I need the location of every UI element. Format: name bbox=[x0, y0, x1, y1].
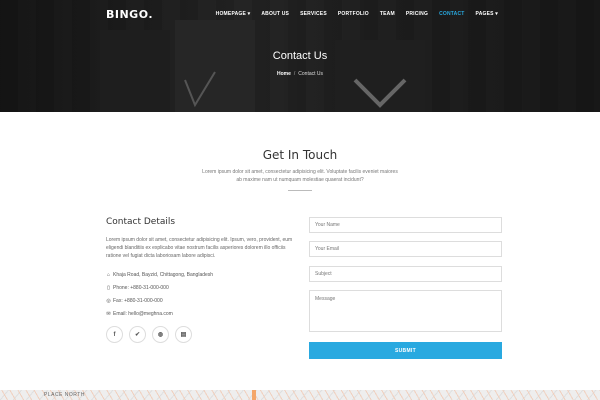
message-textarea[interactable]: Message bbox=[309, 290, 502, 332]
dribbble-icon[interactable]: ◍ bbox=[152, 326, 169, 343]
nav-item-pricing[interactable]: PRICING bbox=[406, 11, 428, 17]
nav-item-pages[interactable]: PAGES ▾ bbox=[476, 11, 498, 17]
section-subtitle: Lorem ipsum dolor sit amet, consectetur … bbox=[202, 169, 398, 183]
map-road bbox=[252, 390, 256, 400]
page-hero: BINGO. HOMEPAGE ▾ ABOUT US SERVICES PORT… bbox=[0, 0, 600, 112]
nav-item-about[interactable]: ABOUT US bbox=[261, 11, 289, 17]
name-input[interactable]: Your Name bbox=[309, 217, 502, 233]
nav-item-team[interactable]: TEAM bbox=[380, 11, 395, 17]
brand-logo[interactable]: BINGO. bbox=[106, 8, 153, 21]
nav-item-label: PAGES bbox=[475, 11, 494, 17]
breadcrumb-home-link[interactable]: Home bbox=[277, 71, 291, 77]
address-text: Khaja Road, Bayzid, Chittagong, Banglade… bbox=[113, 272, 214, 278]
contact-details-title: Contact Details bbox=[106, 217, 176, 227]
email-row: ✉ Email: hello@meghna.com bbox=[106, 310, 173, 317]
main-menu: HOMEPAGE ▾ ABOUT US SERVICES PORTFOLIO T… bbox=[205, 11, 498, 17]
submit-button[interactable]: SUBMIT bbox=[309, 342, 502, 359]
envelope-icon: ✉ bbox=[106, 310, 111, 317]
breadcrumb: Home / Contact Us bbox=[0, 71, 600, 77]
subject-placeholder: Subject bbox=[315, 271, 332, 277]
phone-text: Phone: +880-31-000-000 bbox=[113, 285, 169, 291]
social-links: f ✔ ◍ ▤ bbox=[106, 326, 192, 343]
email-input[interactable]: Your Email bbox=[309, 241, 502, 257]
top-nav: BINGO. HOMEPAGE ▾ ABOUT US SERVICES PORT… bbox=[0, 0, 600, 30]
nav-item-homepage[interactable]: HOMEPAGE ▾ bbox=[216, 11, 251, 17]
breadcrumb-current: Contact Us bbox=[298, 71, 324, 77]
twitter-icon[interactable]: ✔ bbox=[129, 326, 146, 343]
page-title: Contact Us bbox=[272, 50, 328, 62]
fax-row: ◎ Fax: +880-31-000-000 bbox=[106, 297, 163, 304]
phone-row: ▯ Phone: +880-31-000-000 bbox=[106, 285, 169, 291]
fax-icon: ◎ bbox=[106, 297, 111, 304]
email-text[interactable]: Email: hello@meghna.com bbox=[113, 311, 173, 317]
breadcrumb-separator: / bbox=[293, 71, 296, 77]
section-divider bbox=[288, 190, 312, 191]
behance-icon[interactable]: ▤ bbox=[175, 326, 192, 343]
nav-item-services[interactable]: SERVICES bbox=[300, 11, 327, 17]
map-place-label: PLACE NORTH bbox=[44, 392, 85, 398]
facebook-icon[interactable]: f bbox=[106, 326, 123, 343]
name-placeholder: Your Name bbox=[315, 222, 340, 228]
map-marker-icon: ⌂ bbox=[106, 271, 111, 278]
map-streets bbox=[0, 390, 600, 400]
email-placeholder: Your Email bbox=[315, 246, 339, 252]
nav-item-portfolio[interactable]: PORTFOLIO bbox=[338, 11, 369, 17]
subject-input[interactable]: Subject bbox=[309, 266, 502, 282]
fax-text: Fax: +880-31-000-000 bbox=[113, 298, 163, 304]
nav-item-contact[interactable]: CONTACT bbox=[439, 11, 464, 17]
address-row: ⌂ Khaja Road, Bayzid, Chittagong, Bangla… bbox=[106, 272, 213, 278]
message-placeholder: Message bbox=[315, 296, 336, 302]
map-section[interactable]: PLACE NORTH bbox=[0, 390, 600, 400]
phone-icon: ▯ bbox=[107, 284, 110, 291]
section-title: Get In Touch bbox=[262, 148, 338, 162]
contact-details-text: Lorem ipsum dolor sit amet, consectetur … bbox=[106, 237, 293, 259]
nav-item-label: HOMEPAGE bbox=[215, 11, 247, 17]
